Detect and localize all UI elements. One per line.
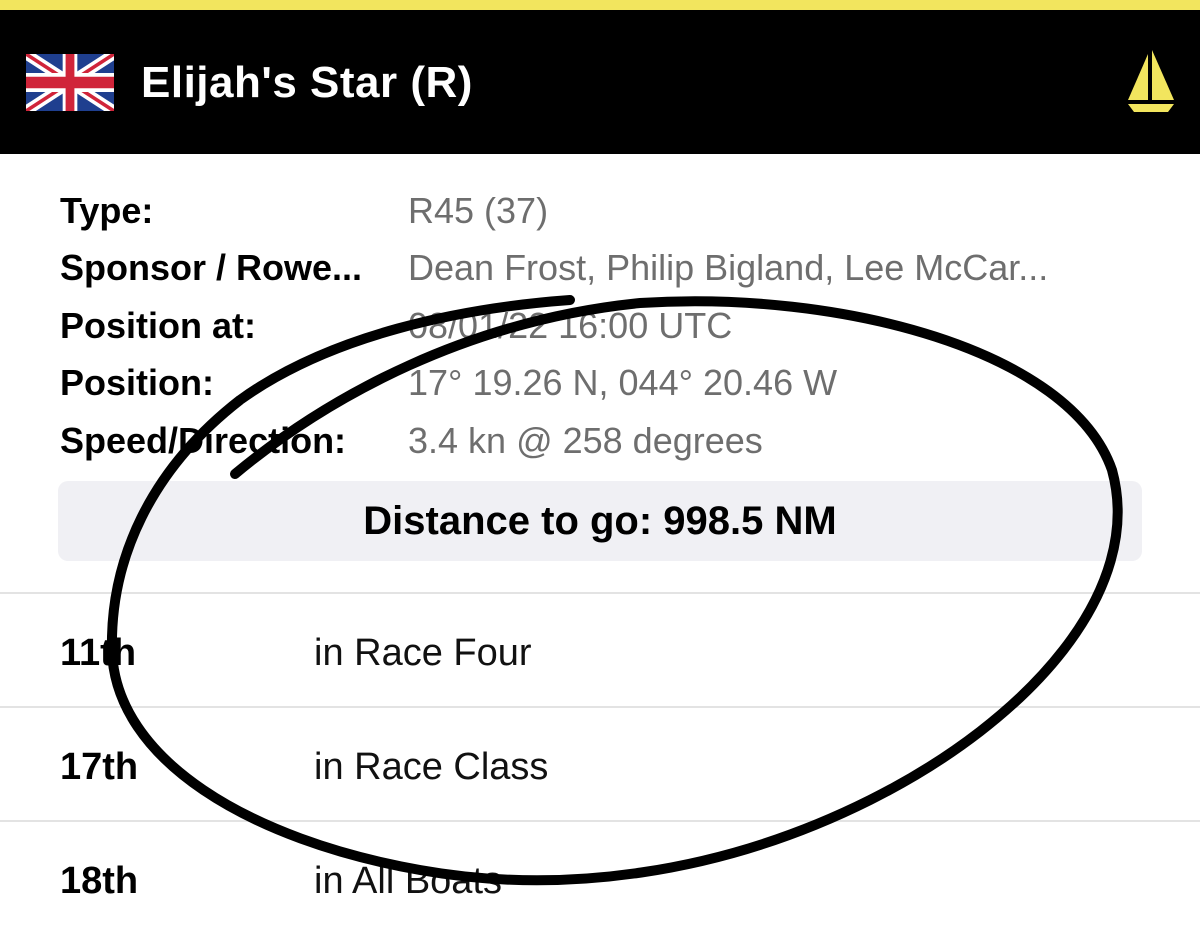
ranking-position: 11th [60,632,137,674]
detail-label: Speed/Direction: [60,420,347,461]
ranking-position: 18th [60,860,139,902]
ranking-description: in All Boats [314,860,502,902]
distance-to-go: Distance to go: 998.5 NM [363,499,837,543]
detail-label: Position at: [60,305,256,346]
detail-value: 08/01/22 16:00 UTC [408,305,733,346]
ranking-position: 17th [60,746,139,788]
ranking-row-all-boats[interactable]: 18th in All Boats [0,822,1200,934]
detail-row-speed-direction: Speed/Direction: 3.4 kn @ 258 degrees [60,420,1160,470]
detail-label: Sponsor / Rowe... [60,247,363,288]
boat-header: Elijah's Star (R) [0,10,1200,154]
ranking-description: in Race Class [314,746,549,788]
uk-flag-icon [26,54,114,111]
detail-label: Position: [60,362,214,403]
top-accent-strip [0,0,1200,10]
detail-row-sponsor: Sponsor / Rowe... Dean Frost, Philip Big… [60,247,1160,297]
detail-value: R45 (37) [408,190,549,231]
detail-value: 3.4 kn @ 258 degrees [408,420,763,461]
detail-value: Dean Frost, Philip Bigland, Lee McCar... [408,247,1049,288]
boat-name-title: Elijah's Star (R) [141,58,473,107]
distance-to-go-box: Distance to go: 998.5 NM [58,481,1142,561]
detail-value: 17° 19.26 N, 044° 20.46 W [408,362,838,403]
ranking-row-race-four[interactable]: 11th in Race Four [0,594,1200,706]
ranking-description: in Race Four [314,632,532,674]
detail-row-position: Position: 17° 19.26 N, 044° 20.46 W [60,362,1160,412]
detail-row-position-time: Position at: 08/01/22 16:00 UTC [60,305,1160,355]
sailboat-icon[interactable] [1124,50,1178,114]
ranking-row-race-class[interactable]: 17th in Race Class [0,708,1200,820]
detail-label: Type: [60,190,154,231]
detail-row-type: Type: R45 (37) [60,190,1160,240]
